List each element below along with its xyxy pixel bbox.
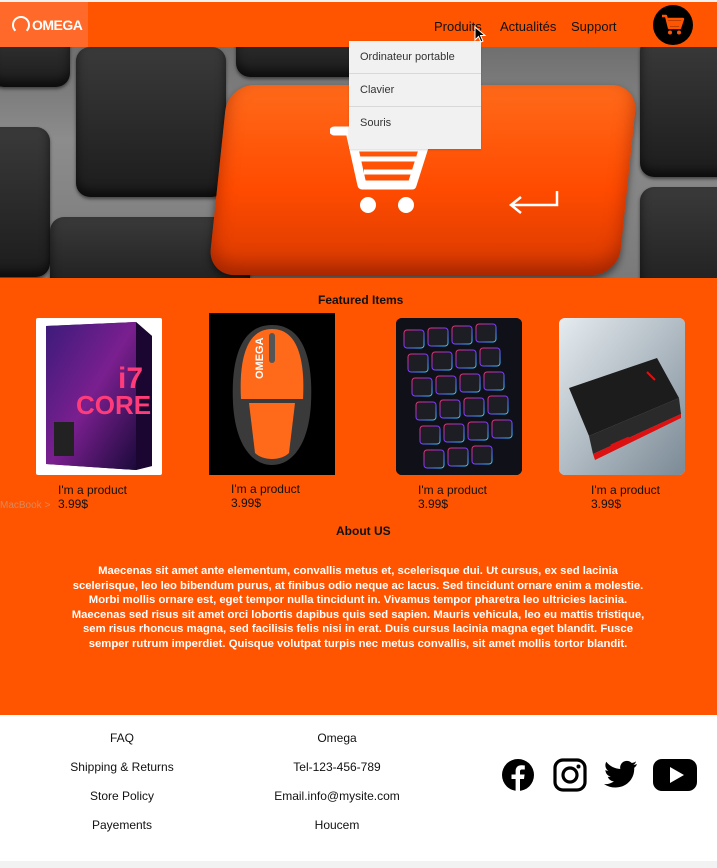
logo-text: OMEGA <box>32 16 83 33</box>
keyboard-key <box>640 47 717 177</box>
cpu-box-image: CORE i7 <box>46 322 152 470</box>
nav-actualites[interactable]: Actualités <box>500 19 556 34</box>
footer-link-payments[interactable]: Payements <box>27 818 217 832</box>
dropdown-item-clavier[interactable]: Clavier <box>349 74 481 107</box>
about-title: About US <box>336 524 391 538</box>
svg-text:OMEGA: OMEGA <box>254 337 266 379</box>
keyboard-key <box>76 47 226 197</box>
product-name[interactable]: I'm a product <box>418 483 487 497</box>
gaming-laptop-image <box>559 318 685 475</box>
logo[interactable]: OMEGA <box>0 2 88 47</box>
footer-email[interactable]: Email.info@mysite.com <box>242 789 432 803</box>
youtube-icon[interactable] <box>653 759 697 791</box>
nav-support[interactable]: Support <box>571 19 617 34</box>
twitter-icon[interactable] <box>604 760 638 790</box>
product-price: 3.99$ <box>418 497 449 511</box>
shopping-cart-icon <box>662 14 685 35</box>
content-section: Featured Items CORE i7 I'm a product 3.9… <box>0 278 717 715</box>
mouse-cursor-icon <box>474 26 487 43</box>
cart-button[interactable] <box>653 5 693 45</box>
footer-author: Houcem <box>314 818 360 832</box>
enter-arrow-icon <box>508 191 559 214</box>
product-name[interactable]: I'm a product <box>231 482 300 496</box>
product-price: 3.99$ <box>58 497 89 511</box>
footer-link-store-policy[interactable]: Store Policy <box>27 789 217 803</box>
product-name[interactable]: I'm a product <box>58 483 127 497</box>
keyboard-key <box>0 47 70 87</box>
product-price: 3.99$ <box>231 496 262 510</box>
product-name[interactable]: I'm a product <box>591 483 660 497</box>
product-price: 3.99$ <box>591 497 622 511</box>
headset-logo-icon <box>12 15 30 34</box>
page: OMEGA Produits Actualités Support Ordina… <box>0 0 717 868</box>
footer-link-faq[interactable]: FAQ <box>27 731 217 745</box>
dropdown-item-ordinateur[interactable]: Ordinateur portable <box>349 41 481 74</box>
rgb-keyboard-image <box>396 318 522 475</box>
svg-text:i7: i7 <box>118 362 143 395</box>
macbook-label[interactable]: MacBook > <box>0 500 50 511</box>
featured-title: Featured Items <box>318 293 404 307</box>
dropdown-item-souris[interactable]: Souris <box>349 107 481 140</box>
footer-company-name: Omega <box>317 731 357 745</box>
footer-phone[interactable]: Tel-123-456-789 <box>242 760 432 774</box>
instagram-icon[interactable] <box>553 758 587 792</box>
about-paragraph: Maecenas sit amet ante elementum, conval… <box>71 565 645 650</box>
product-image-laptop[interactable] <box>559 318 685 475</box>
footer: FAQ Shipping & Returns Store Policy Paye… <box>0 715 717 861</box>
product-image-cpu[interactable]: CORE i7 <box>36 318 162 475</box>
product-image-keyboard[interactable] <box>396 318 522 475</box>
product-image-mouse[interactable]: OMEGA <box>209 313 335 475</box>
facebook-icon[interactable] <box>501 758 535 792</box>
keyboard-key <box>236 47 366 77</box>
gaming-mouse-image: OMEGA <box>232 325 312 465</box>
keyboard-key <box>0 127 50 277</box>
produits-dropdown-menu: Ordinateur portable Clavier Souris <box>349 41 481 149</box>
keyboard-key <box>640 187 717 278</box>
footer-link-shipping[interactable]: Shipping & Returns <box>27 760 217 774</box>
